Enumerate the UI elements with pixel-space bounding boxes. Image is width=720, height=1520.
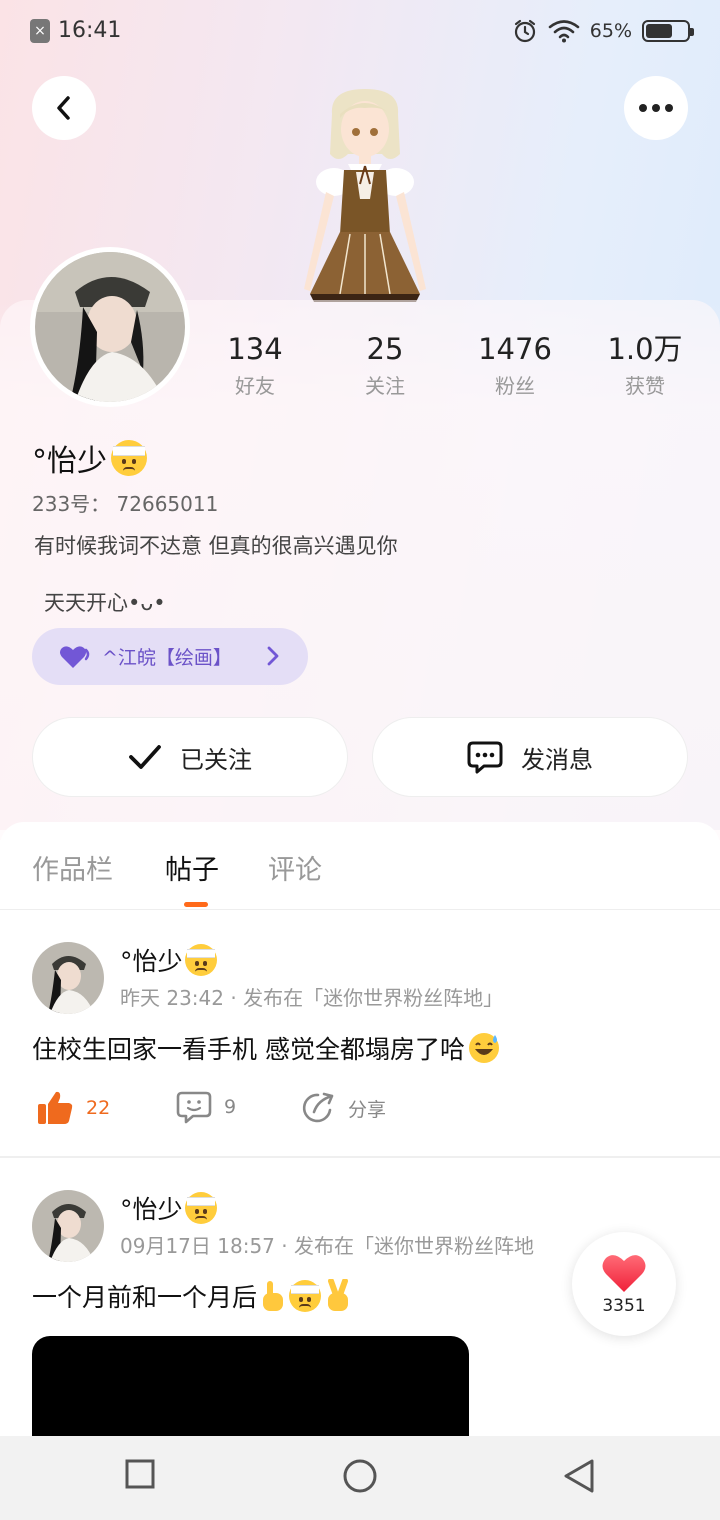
profile-uid: 233号： 72665011: [32, 492, 219, 516]
pointing-up-emoji-icon: [263, 1281, 284, 1311]
profile-avatar[interactable]: [30, 247, 190, 407]
back-nav-icon[interactable]: [562, 1458, 596, 1494]
more-dots-icon: [639, 104, 673, 112]
post-author-name: °怡少: [120, 947, 183, 976]
stat-value: 1476: [478, 332, 552, 366]
share-label: 分享: [348, 1098, 387, 1121]
battery-icon: [642, 20, 694, 42]
profile-name-text: °怡少: [32, 444, 107, 479]
post-media[interactable]: [32, 1336, 469, 1436]
stat-friends[interactable]: 134 好友: [190, 330, 320, 399]
message-button-label: 发消息: [521, 745, 593, 774]
check-icon: [129, 745, 161, 769]
like-action[interactable]: 22: [36, 1090, 110, 1126]
post-author-avatar[interactable]: [32, 1190, 104, 1262]
comment-count: 9: [224, 1096, 237, 1118]
post-author[interactable]: °怡少: [120, 1190, 217, 1226]
status-time: 16:41: [58, 18, 122, 43]
stat-value: 1.0万: [607, 332, 683, 366]
stat-value: 25: [366, 332, 404, 366]
share-icon: [302, 1092, 334, 1123]
victory-hand-emoji-icon: [328, 1279, 349, 1311]
alarm-icon: [514, 19, 535, 43]
profile-bio-line-2: 天天开心•ᴗ•: [44, 591, 166, 615]
stat-label: 关注: [365, 374, 405, 398]
stat-fans[interactable]: 1476 粉丝: [450, 330, 580, 399]
battery-fill: [646, 24, 672, 38]
recent-apps-icon[interactable]: [124, 1458, 156, 1490]
avatar-character-illustration: [304, 89, 426, 302]
post-author[interactable]: °怡少: [120, 942, 217, 978]
post-text: 一个月前和一个月后: [32, 1278, 353, 1314]
chat-bubble-icon: [467, 741, 503, 774]
heart-icon: [60, 645, 90, 668]
chevron-right-icon: [267, 646, 279, 666]
tab-posts[interactable]: 帖子: [165, 848, 219, 887]
active-tab-indicator: [184, 902, 208, 907]
stat-label: 好友: [235, 374, 275, 398]
post-author-avatar[interactable]: [32, 942, 104, 1014]
share-action[interactable]: 分享: [300, 1090, 386, 1126]
back-button[interactable]: [32, 76, 96, 140]
followed-button-label: 已关注: [180, 745, 252, 774]
stat-following[interactable]: 25 关注: [320, 330, 450, 399]
bandage-face-emoji-icon: [184, 944, 217, 976]
profile-bio-line-1: 有时候我词不达意 但真的很高兴遇见你: [34, 534, 398, 558]
stat-likes[interactable]: 1.0万 获赞: [580, 330, 710, 399]
floating-like-count: 3351: [602, 1296, 646, 1316]
profile-name: °怡少: [32, 436, 147, 480]
relationship-tag-label: ^江皖【绘画】: [102, 647, 232, 669]
bandage-face-emoji-icon: [184, 1192, 217, 1224]
wifi-icon: [548, 20, 580, 43]
chevron-left-icon: [57, 96, 70, 120]
home-icon[interactable]: [342, 1458, 378, 1494]
status-bar: × 16:41 65%: [0, 0, 720, 64]
relationship-tag[interactable]: ^江皖【绘画】: [32, 628, 308, 685]
profile-avatar-photo: [35, 252, 185, 402]
post-divider: [0, 1156, 720, 1158]
stat-label: 粉丝: [495, 374, 535, 398]
heart-icon: [602, 1255, 646, 1292]
floating-like-button[interactable]: 3351: [572, 1232, 676, 1336]
tab-works[interactable]: 作品栏: [32, 848, 113, 887]
battery-percent: 65%: [589, 20, 632, 42]
sweat-smile-emoji-icon: [468, 1033, 499, 1063]
status-left: × 16:41: [30, 18, 121, 43]
comment-icon: [176, 1091, 212, 1124]
like-count: 22: [86, 1097, 111, 1119]
followed-button[interactable]: 已关注: [32, 717, 348, 797]
profile-stats: 134 好友 25 关注 1476 粉丝 1.0万 获赞: [190, 330, 710, 399]
notification-icon: ×: [30, 18, 50, 43]
bandage-face-emoji-icon: [111, 440, 147, 476]
system-nav-bar: [0, 1436, 720, 1520]
comment-action[interactable]: 9: [176, 1090, 236, 1124]
content-tabs: 作品栏 帖子 评论: [0, 822, 720, 910]
more-button[interactable]: [624, 76, 688, 140]
post-text: 住校生回家一看手机 感觉全都塌房了哈: [32, 1030, 501, 1066]
post-text-content: 住校生回家一看手机 感觉全都塌房了哈: [32, 1035, 465, 1064]
battery-tip: [690, 28, 694, 36]
post-meta: 09月17日 18:57 · 发布在「迷你世界粉丝阵地: [120, 1234, 534, 1258]
tab-comments[interactable]: 评论: [268, 848, 322, 887]
post-meta: 昨天 23:42 · 发布在「迷你世界粉丝阵地」: [120, 986, 504, 1010]
message-button[interactable]: 发消息: [372, 717, 688, 797]
thumbs-up-icon: [38, 1091, 73, 1124]
post-author-name: °怡少: [120, 1195, 183, 1224]
post-text-content: 一个月前和一个月后: [32, 1283, 258, 1312]
status-right: 65%: [512, 18, 694, 44]
stat-label: 获赞: [625, 374, 665, 398]
stat-value: 134: [227, 332, 283, 366]
bandage-face-emoji-icon: [289, 1280, 322, 1312]
